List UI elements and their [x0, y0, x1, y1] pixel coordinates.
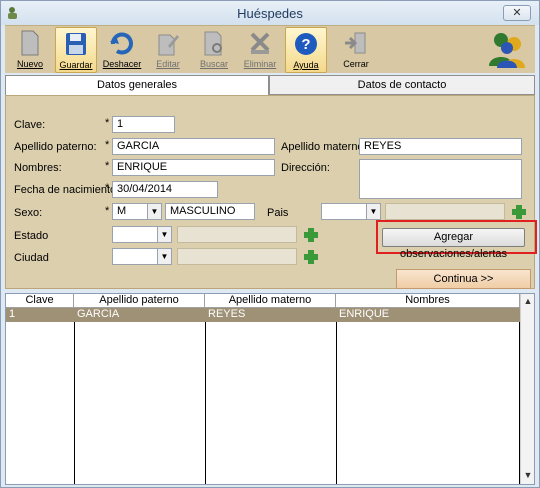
- column-header-apellido-materno[interactable]: Apellido materno: [205, 294, 336, 308]
- undo-arrow-icon: [110, 32, 133, 55]
- column-header-nombres[interactable]: Nombres: [336, 294, 520, 308]
- table-row[interactable]: 1 GARCIA REYES ENRIQUE: [6, 308, 520, 322]
- chevron-down-icon[interactable]: ▼: [158, 248, 172, 265]
- pais-select[interactable]: [321, 203, 367, 220]
- ciudad-select[interactable]: [112, 248, 158, 265]
- search-button[interactable]: Buscar: [193, 27, 235, 73]
- add-pais-icon[interactable]: [511, 204, 527, 220]
- apellido-paterno-label: Apellido paterno:: [14, 141, 97, 153]
- fecha-nacimiento-input[interactable]: 30/04/2014: [112, 181, 218, 198]
- tab-datos-contacto[interactable]: Datos de contacto: [269, 75, 535, 95]
- column-divider: [74, 322, 75, 484]
- column-divider: [205, 322, 206, 484]
- direccion-label: Dirección:: [281, 162, 330, 174]
- pais-label: Pais: [267, 207, 289, 219]
- column-divider: [336, 322, 337, 484]
- scroll-down-icon[interactable]: ▼: [521, 470, 535, 480]
- add-ciudad-icon[interactable]: [303, 249, 319, 265]
- apellido-materno-input[interactable]: REYES: [359, 138, 522, 155]
- continue-button[interactable]: Continua >>: [396, 269, 531, 289]
- edit-button[interactable]: Editar: [147, 27, 189, 73]
- sexo-description: MASCULINO: [165, 203, 255, 220]
- cell-clave: 1: [9, 308, 16, 320]
- vertical-scrollbar[interactable]: ▲ ▼: [520, 294, 534, 484]
- floppy-disk-icon: [66, 33, 86, 55]
- cell-apellido-materno: REYES: [208, 308, 246, 320]
- help-button[interactable]: ? Ayuda: [285, 27, 327, 73]
- column-header-clave[interactable]: Clave: [6, 294, 74, 308]
- fecha-nacimiento-label: Fecha de nacimiento:: [14, 184, 120, 196]
- toolbar: Nuevo Guardar Deshacer Editar Buscar Eli…: [5, 25, 535, 73]
- new-button[interactable]: Nuevo: [9, 27, 51, 73]
- delete-x-icon: [250, 32, 270, 54]
- guests-logo-icon: [489, 33, 525, 68]
- chevron-down-icon[interactable]: ▼: [148, 203, 162, 220]
- required-mark: *: [105, 139, 110, 151]
- svg-text:?: ?: [301, 36, 310, 53]
- chevron-down-icon[interactable]: ▼: [367, 203, 381, 220]
- cell-apellido-paterno: GARCIA: [77, 308, 120, 320]
- edit-pencil-icon: [158, 34, 179, 56]
- help-question-icon: ?: [295, 33, 317, 55]
- ciudad-description: [177, 248, 297, 265]
- add-estado-icon[interactable]: [303, 227, 319, 243]
- undo-button[interactable]: Deshacer: [101, 27, 143, 73]
- estado-label: Estado: [14, 230, 49, 242]
- apellido-paterno-input[interactable]: GARCIA: [112, 138, 275, 155]
- required-mark: *: [105, 160, 110, 172]
- required-mark: *: [105, 182, 110, 194]
- cell-nombres: ENRIQUE: [339, 308, 390, 320]
- add-observations-button[interactable]: Agregar observaciones/alertas: [382, 228, 525, 260]
- tab-datos-generales[interactable]: Datos generales: [5, 75, 269, 95]
- column-header-apellido-paterno[interactable]: Apellido paterno: [74, 294, 205, 308]
- chevron-down-icon[interactable]: ▼: [158, 226, 172, 243]
- close-button[interactable]: ✕: [503, 5, 531, 21]
- ciudad-label: Ciudad: [14, 252, 49, 264]
- sexo-select[interactable]: M: [112, 203, 148, 220]
- new-document-icon: [21, 30, 39, 56]
- search-document-icon: [204, 31, 222, 56]
- scroll-up-icon[interactable]: ▲: [521, 296, 535, 306]
- close-window-button[interactable]: Cerrar: [335, 27, 377, 73]
- pais-description: [385, 203, 505, 220]
- huespedes-window: Huéspedes ✕ Nuevo Guardar Deshacer Edita…: [0, 0, 540, 488]
- nombres-input[interactable]: ENRIQUE: [112, 159, 275, 176]
- required-mark: *: [105, 117, 110, 129]
- guests-table: Clave Apellido paterno Apellido materno …: [5, 293, 535, 485]
- exit-door-icon: [345, 32, 366, 54]
- table-header: Clave Apellido paterno Apellido materno …: [6, 294, 520, 308]
- estado-select[interactable]: [112, 226, 158, 243]
- apellido-materno-label: Apellido materno:: [281, 141, 367, 153]
- clave-label: Clave:: [14, 119, 46, 131]
- estado-description: [177, 226, 297, 243]
- sexo-label: Sexo:: [14, 207, 43, 219]
- nombres-label: Nombres:: [14, 162, 62, 174]
- title-bar: Huéspedes ✕: [1, 1, 539, 25]
- required-mark: *: [105, 205, 110, 217]
- tab-bar: Datos generales Datos de contacto: [5, 75, 535, 95]
- clave-input[interactable]: 1: [112, 116, 175, 133]
- direccion-input[interactable]: [359, 159, 522, 199]
- delete-button[interactable]: Eliminar: [239, 27, 281, 73]
- window-title: Huéspedes: [237, 6, 303, 21]
- save-button[interactable]: Guardar: [55, 27, 97, 73]
